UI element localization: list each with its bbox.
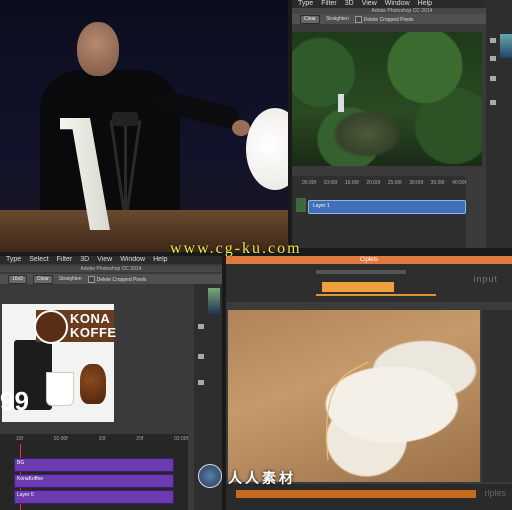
- forest-canvas: [292, 32, 482, 166]
- panel-icon[interactable]: [490, 56, 496, 61]
- menu-select[interactable]: Select: [29, 256, 48, 264]
- layer-track[interactable]: Layer 1: [308, 200, 466, 214]
- ruler-label: 10f: [16, 436, 23, 442]
- track-konakoffee[interactable]: KonaKoffee: [14, 474, 174, 488]
- sugar-pot: [80, 364, 106, 404]
- side-panel: [482, 310, 512, 482]
- watermark-site: 人人素材: [228, 470, 296, 486]
- options-bar: 16x9 Clear Straighten Delete Cropped Pix…: [0, 274, 222, 284]
- timeline-panel: 10f 01:00f 10f 20f 02:00f BG KonaKoffee …: [0, 434, 188, 510]
- delete-cropped-checkbox[interactable]: Delete Cropped Pixels: [354, 15, 414, 23]
- clear-button[interactable]: Clear: [32, 274, 53, 284]
- ruler-label: 30:00f: [409, 180, 424, 186]
- track-bg[interactable]: BG: [14, 458, 174, 472]
- panel-icon[interactable]: [198, 380, 204, 385]
- ruler-label: 20f: [136, 436, 144, 442]
- menu-3d[interactable]: 3D: [345, 0, 354, 8]
- panel-icon[interactable]: [490, 76, 496, 81]
- menu-filter[interactable]: Filter: [57, 256, 73, 264]
- photoshop-window-forest: Type Filter 3D View Window Help Adobe Ph…: [292, 0, 512, 248]
- river: [332, 110, 402, 158]
- brand-text: KONA KOFFE: [70, 311, 117, 340]
- photoshop-window-kona: Type Select Filter 3D View Window Help A…: [0, 256, 222, 510]
- ruler-label: 25:00f: [387, 180, 402, 186]
- motion-path: [325, 361, 369, 461]
- timeline-ruler: 05:00f 10:00f 15:00f 20:00f 25:00f 30:00…: [302, 180, 466, 188]
- track-label: Layer 0: [17, 492, 34, 498]
- waterfall: [338, 94, 344, 112]
- ruler-label: 02:00f: [174, 436, 188, 442]
- timeline-ruler: 10f 01:00f 10f 20f 02:00f: [16, 436, 188, 444]
- options-bar: Clear Straighten Delete Cropped Pixels: [292, 14, 512, 24]
- layer-track-label: Layer 1: [313, 203, 330, 209]
- delete-cropped-checkbox[interactable]: Delete Cropped Pixels: [87, 275, 147, 283]
- straighten-tool[interactable]: Straighten: [59, 276, 82, 282]
- delete-cropped-label: Delete Cropped Pixels: [363, 16, 414, 23]
- histogram: [500, 34, 512, 58]
- menu-view[interactable]: View: [97, 256, 112, 264]
- straighten-tool[interactable]: Straighten: [326, 16, 349, 22]
- layer-thumb: [296, 198, 306, 212]
- clear-button[interactable]: Clear: [300, 14, 320, 24]
- timeline-panel: 05:00f 10:00f 15:00f 20:00f 25:00f 30:00…: [292, 176, 466, 248]
- kona-logo: KONA KOFFE: [34, 310, 117, 344]
- track-label: KonaKoffee: [17, 476, 44, 482]
- panel-icon[interactable]: [198, 324, 204, 329]
- ruler-label: 40:00f: [452, 180, 466, 186]
- work-area-bar[interactable]: [316, 270, 406, 274]
- right-panel: [486, 0, 512, 248]
- timeline-header: input: [226, 264, 512, 302]
- orange-line: [316, 294, 436, 296]
- track-layer0[interactable]: Layer 0: [14, 490, 174, 504]
- presenter-video-frame: [0, 0, 288, 252]
- panel-icon[interactable]: [198, 354, 204, 359]
- ruler-label: 10:00f: [323, 180, 338, 186]
- menu-help[interactable]: Help: [418, 0, 432, 8]
- menu-bar: Type Filter 3D View Window Help: [292, 0, 512, 8]
- track-label: BG: [17, 460, 25, 466]
- ruler-label: 05:00f: [302, 180, 316, 186]
- watermark-url: www.cg-ku.com: [170, 240, 302, 257]
- panel-icon[interactable]: [490, 100, 496, 105]
- menu-help[interactable]: Help: [153, 256, 167, 264]
- camera-tripod: [108, 112, 144, 212]
- presenter-head: [77, 22, 119, 76]
- kona-emblem-icon: [34, 310, 68, 344]
- ruler-label: 20:00f: [366, 180, 381, 186]
- menu-window[interactable]: Window: [385, 0, 410, 8]
- panel-icon[interactable]: [490, 38, 496, 43]
- app-title: Adobe Photoshop CC 2014: [0, 266, 222, 272]
- menu-type[interactable]: Type: [298, 0, 313, 8]
- price-text: 99: [0, 386, 29, 416]
- menu-window[interactable]: Window: [120, 256, 145, 264]
- menu-3d[interactable]: 3D: [80, 256, 89, 264]
- input-label: input: [473, 274, 498, 284]
- orange-range[interactable]: [322, 282, 394, 292]
- plant-footage: [228, 310, 480, 482]
- ruler-label: 01:00f: [53, 436, 68, 442]
- ruler-label: 10f: [98, 436, 106, 442]
- menu-view[interactable]: View: [362, 0, 377, 8]
- watermark-logo-icon: [198, 464, 222, 488]
- bottom-label: riples: [484, 488, 506, 498]
- menu-type[interactable]: Type: [6, 256, 21, 264]
- softbox-light: [246, 108, 288, 190]
- menu-filter[interactable]: Filter: [321, 0, 337, 8]
- histogram: [208, 288, 220, 314]
- ruler-label: 15:00f: [344, 180, 359, 186]
- ruler-label: 35:00f: [430, 180, 445, 186]
- delete-cropped-label: Delete Cropped Pixels: [96, 276, 147, 283]
- coffee-cup: [46, 372, 74, 406]
- ratio-select[interactable]: 16x9: [8, 274, 27, 284]
- orange-track[interactable]: [236, 490, 476, 498]
